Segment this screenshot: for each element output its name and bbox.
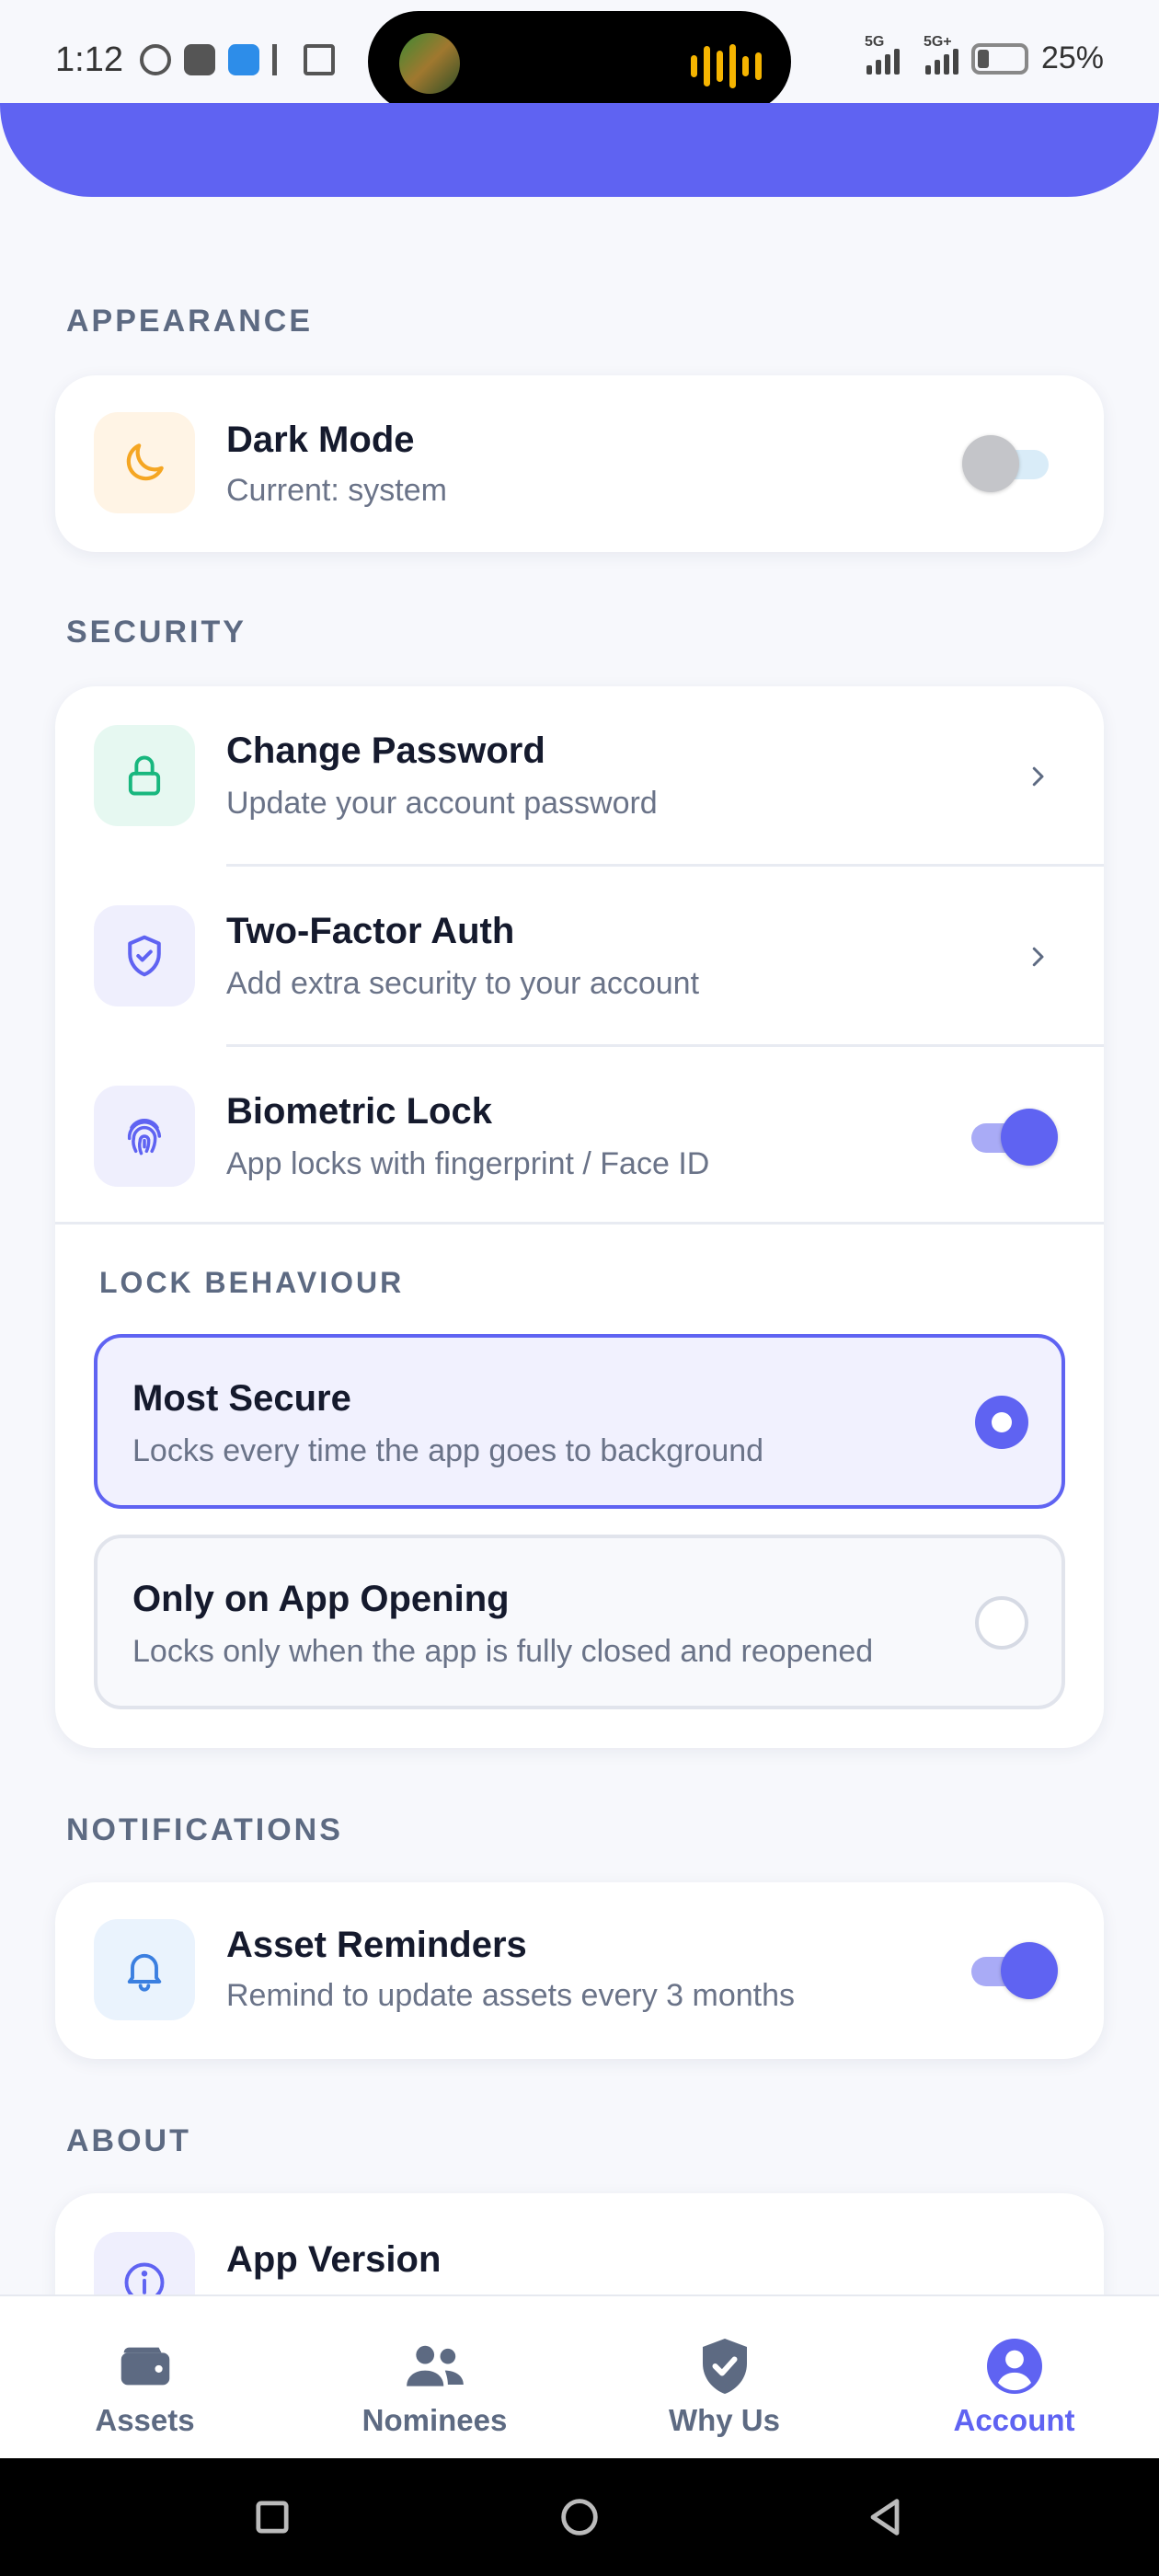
shield-check-icon <box>688 2329 762 2403</box>
biometric-title: Biometric Lock <box>226 1091 492 1132</box>
radio-unselected[interactable] <box>975 1596 1028 1650</box>
wallet-icon <box>109 2329 182 2403</box>
status-right: 5G 5G+ 25% <box>865 34 1104 76</box>
nav-why-us[interactable]: Why Us <box>580 2296 869 2458</box>
asset-reminders-row[interactable]: Asset Reminders Remind to update assets … <box>55 1882 1104 2059</box>
asset-reminders-subtitle: Remind to update assets every 3 months <box>226 1978 795 2013</box>
nav-label: Assets <box>95 2403 195 2437</box>
audio-wave-icon <box>691 44 762 88</box>
option-title: Most Secure <box>132 1378 351 1419</box>
dynamic-island <box>368 11 791 112</box>
dark-mode-row[interactable]: Dark Mode Current: system <box>55 375 1104 552</box>
dark-mode-toggle[interactable] <box>962 434 1056 493</box>
battery-level: 25% <box>1040 40 1104 75</box>
change-password-title: Change Password <box>226 730 545 771</box>
option-subtitle: Locks only when the app is fully closed … <box>132 1634 874 1669</box>
misc-notification-icon <box>272 44 291 75</box>
appearance-card: Dark Mode Current: system <box>55 375 1104 552</box>
option-title: Only on App Opening <box>132 1579 510 1619</box>
gmail-icon <box>304 44 335 75</box>
dark-mode-subtitle: Current: system <box>226 473 447 508</box>
recents-icon[interactable] <box>248 2493 296 2541</box>
section-appearance: APPEARANCE <box>66 304 314 339</box>
app-version-title: App Version <box>226 2239 442 2280</box>
lock-option-app-opening[interactable]: Only on App Opening Locks only when the … <box>94 1535 1065 1709</box>
option-subtitle: Locks every time the app goes to backgro… <box>132 1433 764 1468</box>
nav-nominees[interactable]: Nominees <box>290 2296 580 2458</box>
nav-label: Why Us <box>668 2403 780 2437</box>
user-circle-icon <box>978 2329 1051 2403</box>
battery-icon <box>970 42 1028 75</box>
two-factor-row[interactable]: Two-Factor Auth Add extra security to yo… <box>55 867 1104 1047</box>
header-background <box>0 103 1159 197</box>
signal-icon: 5G <box>865 34 900 75</box>
dark-mode-title: Dark Mode <box>226 420 415 460</box>
bottom-navigation: Assets Nominees Why Us Account <box>0 2294 1159 2458</box>
section-security: SECURITY <box>66 615 247 650</box>
chevron-right-icon <box>1019 938 1056 975</box>
chevron-right-icon <box>1019 758 1056 795</box>
lock-behaviour-label: LOCK BEHAVIOUR <box>99 1266 405 1299</box>
fingerprint-icon <box>94 1086 195 1187</box>
app-notification-icon <box>184 44 215 75</box>
lock-icon <box>94 725 195 826</box>
notification-icons <box>140 44 335 75</box>
nav-account[interactable]: Account <box>869 2296 1159 2458</box>
status-time: 1:12 <box>55 40 123 79</box>
two-factor-title: Two-Factor Auth <box>226 911 515 951</box>
nav-assets[interactable]: Assets <box>0 2296 290 2458</box>
whatsapp-icon <box>140 44 171 75</box>
home-icon[interactable] <box>556 2493 603 2541</box>
bell-icon <box>94 1919 195 2020</box>
people-icon <box>398 2329 472 2403</box>
system-navigation-bar <box>0 2458 1159 2576</box>
nav-label: Account <box>953 2403 1075 2437</box>
lock-option-most-secure[interactable]: Most Secure Locks every time the app goe… <box>94 1334 1065 1509</box>
section-about: ABOUT <box>66 2123 191 2158</box>
biometric-row[interactable]: Biometric Lock App locks with fingerprin… <box>55 1047 1104 1227</box>
shield-check-icon <box>94 905 195 1006</box>
notifications-card: Asset Reminders Remind to update assets … <box>55 1882 1104 2059</box>
asset-reminders-toggle[interactable] <box>964 1941 1058 2000</box>
change-password-row[interactable]: Change Password Update your account pass… <box>55 686 1104 867</box>
back-icon[interactable] <box>861 2493 909 2541</box>
security-card: Change Password Update your account pass… <box>55 686 1104 1748</box>
media-thumbnail <box>399 33 460 94</box>
nav-label: Nominees <box>361 2403 508 2437</box>
two-factor-subtitle: Add extra security to your account <box>226 966 700 1001</box>
moon-icon <box>94 412 195 513</box>
signal-icon: 5G+ <box>924 34 958 75</box>
biometric-toggle[interactable] <box>964 1108 1058 1167</box>
divider <box>55 1222 1104 1225</box>
biometric-subtitle: App locks with fingerprint / Face ID <box>226 1146 710 1181</box>
section-notifications: NOTIFICATIONS <box>66 1812 343 1847</box>
status-bar: 1:12 5G 5G+ 25% <box>0 0 1159 112</box>
change-password-subtitle: Update your account password <box>226 786 658 821</box>
asset-reminders-title: Asset Reminders <box>226 1925 527 1965</box>
radio-selected[interactable] <box>975 1396 1028 1449</box>
browser-notification-icon <box>228 44 259 75</box>
